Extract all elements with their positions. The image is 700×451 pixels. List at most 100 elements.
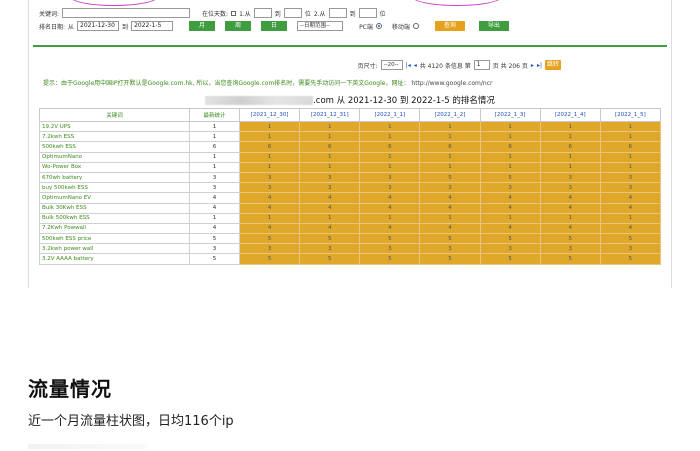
rank-cell: 5 [599,233,662,245]
rank-cell: 5 [419,233,481,245]
table-row: 3.2kwh power wall 3 3 3 3 3 3 3 3 [39,243,662,255]
keyword-cell[interactable]: 7.2kwh ESS [39,131,190,143]
export-button[interactable]: 导出 [478,21,509,31]
keyword-cell[interactable]: 500kwh ESS price [39,233,190,245]
rank-cell: 1 [299,212,361,224]
rank-cell: 6 [238,141,301,153]
date-to-input[interactable]: 2022-1-5 [131,21,174,31]
rank-cell: 3 [238,182,301,194]
highlight-ellipse-left [69,0,159,6]
table-row: 670wh battery 3 3 3 3 5 5 3 3 [39,171,662,184]
rank-cell: 4 [299,202,361,214]
rank-days-label: 在位天数: [202,10,229,18]
keyword-cell[interactable]: 500kwh ESS [39,141,190,153]
rank-cell: 4 [419,222,481,235]
rank-cell: 4 [539,202,601,214]
header-date[interactable]: [2022_1_4] [539,108,601,122]
rank-days-checkbox[interactable] [231,10,237,16]
rank-cell: 3 [238,171,301,184]
header-date[interactable]: [2022_1_3] [479,108,541,122]
rank-cell: 5 [479,233,541,245]
header-date[interactable]: [2022_1_2] [419,108,481,122]
jump-button[interactable]: 跳转 [544,60,561,70]
date-from-input[interactable]: 2021-12-30 [77,21,120,31]
tip-text: 提示：由于Google用中国IP打开默认是Google.com.hk, 所以，当… [43,80,410,87]
rank-cell: 4 [479,202,541,214]
table-title: .com 从 2021-12-30 到 2022-1-5 的排名情况 [39,94,661,106]
rank-cell: 1 [599,212,662,224]
keyword-cell[interactable]: 670wh battery [39,171,190,184]
rank-cell: 4 [599,222,662,235]
range2-to-input[interactable] [358,8,377,18]
keyword-cell[interactable]: buy 500kwh ESS [39,182,190,194]
day-button[interactable]: 日 [261,21,288,31]
range1-pos-label: 位 [304,10,311,18]
rank-cell: 1 [359,131,421,143]
keyword-cell[interactable]: OptimumNano [39,151,190,163]
highlight-ellipse-right [411,0,503,6]
first-page-icon[interactable]: |◂ [406,62,411,69]
header-date[interactable]: [2022_1_5] [599,108,662,122]
rank-cell: 1 [599,120,662,133]
keyword-cell[interactable]: Bulk 30Kwh ESS [39,202,190,214]
date-range-select[interactable]: --日期范围-- [297,21,344,31]
keyword-cell[interactable]: Bulk 500kwh ESS [39,212,190,224]
latest-rank-cell: 4 [189,222,240,235]
keyword-cell[interactable]: 3.2kwh power wall [39,243,190,255]
prev-page-icon[interactable]: ◂ [414,62,417,69]
rank-cell: 4 [359,192,421,204]
range2-pos-label: 位 [379,10,386,18]
tip-url[interactable]: http://www.google.com/ncr [411,80,492,87]
table-header-row: 关键词 最新统计 [2021_12_30] [2021_12_31] [2022… [39,108,662,122]
rank-cell: 5 [419,253,481,265]
latest-rank-cell: 1 [189,161,240,173]
keyword-cell[interactable]: 7.2Kwh Powwall [39,222,190,235]
keyword-cell[interactable]: OptimumNano EV [39,192,190,204]
rank-cell: 1 [238,161,301,173]
page-size-select[interactable]: --20-- [380,60,403,70]
keyword-cell[interactable]: Wo-Power Box [39,161,190,173]
latest-rank-cell: 4 [189,202,240,214]
rank-cell: 3 [238,243,301,255]
month-button[interactable]: 月 [189,21,216,31]
mobile-radio[interactable] [412,23,419,29]
keyword-filter-row: 关键词: 在位天数: 1.从 到 位 2.从 到 位 [39,8,386,18]
section-subtitle: 近一个月流量柱状图，日均116个ip [28,414,234,429]
table-row: Bulk 500kwh ESS 1 1 1 1 1 1 1 1 [39,212,662,224]
rank-cell: 4 [599,192,662,204]
last-page-icon[interactable]: ▸| [537,62,542,69]
rank-cell: 3 [359,171,421,184]
rank-cell: 1 [238,212,301,224]
rank-cell: 1 [419,161,481,173]
range1-from-label: 1.从 [239,10,251,18]
range2-from-label: 2.从 [313,10,326,18]
pc-radio[interactable] [375,23,382,29]
rank-cell: 6 [539,141,601,153]
keyword-cell[interactable]: 3.2V AAAA battery [39,253,190,265]
rank-cell: 1 [359,161,421,173]
range1-from-input[interactable] [253,8,272,18]
header-date[interactable]: [2021_12_30] [238,108,301,122]
keyword-cell[interactable]: 19.2V UPS [39,120,190,133]
range2-from-input[interactable] [328,8,347,18]
table-row: OptimumNano EV 4 4 4 4 4 4 4 4 [39,192,662,204]
rank-cell: 3 [479,243,541,255]
range1-to-input[interactable] [283,8,302,18]
next-page-icon[interactable]: ▸ [531,62,534,69]
header-keyword: 关键词 [39,108,190,122]
keyword-input[interactable] [62,8,191,18]
header-date[interactable]: [2022_1_1] [359,108,421,122]
page-input[interactable]: 1 [473,60,490,70]
divider [33,45,667,47]
rank-cell: 5 [539,253,601,265]
bottom-fade [28,444,148,449]
week-button[interactable]: 周 [225,21,252,31]
table-row: 500kwh ESS price 5 5 5 5 5 5 5 5 [39,233,662,245]
rank-cell: 4 [479,192,541,204]
header-date[interactable]: [2021_12_31] [299,108,361,122]
rank-cell: 1 [419,212,481,224]
rank-cell: 3 [599,182,662,194]
rank-cell: 1 [419,131,481,143]
query-button[interactable]: 查询 [434,21,465,31]
rank-cell: 1 [599,161,662,173]
